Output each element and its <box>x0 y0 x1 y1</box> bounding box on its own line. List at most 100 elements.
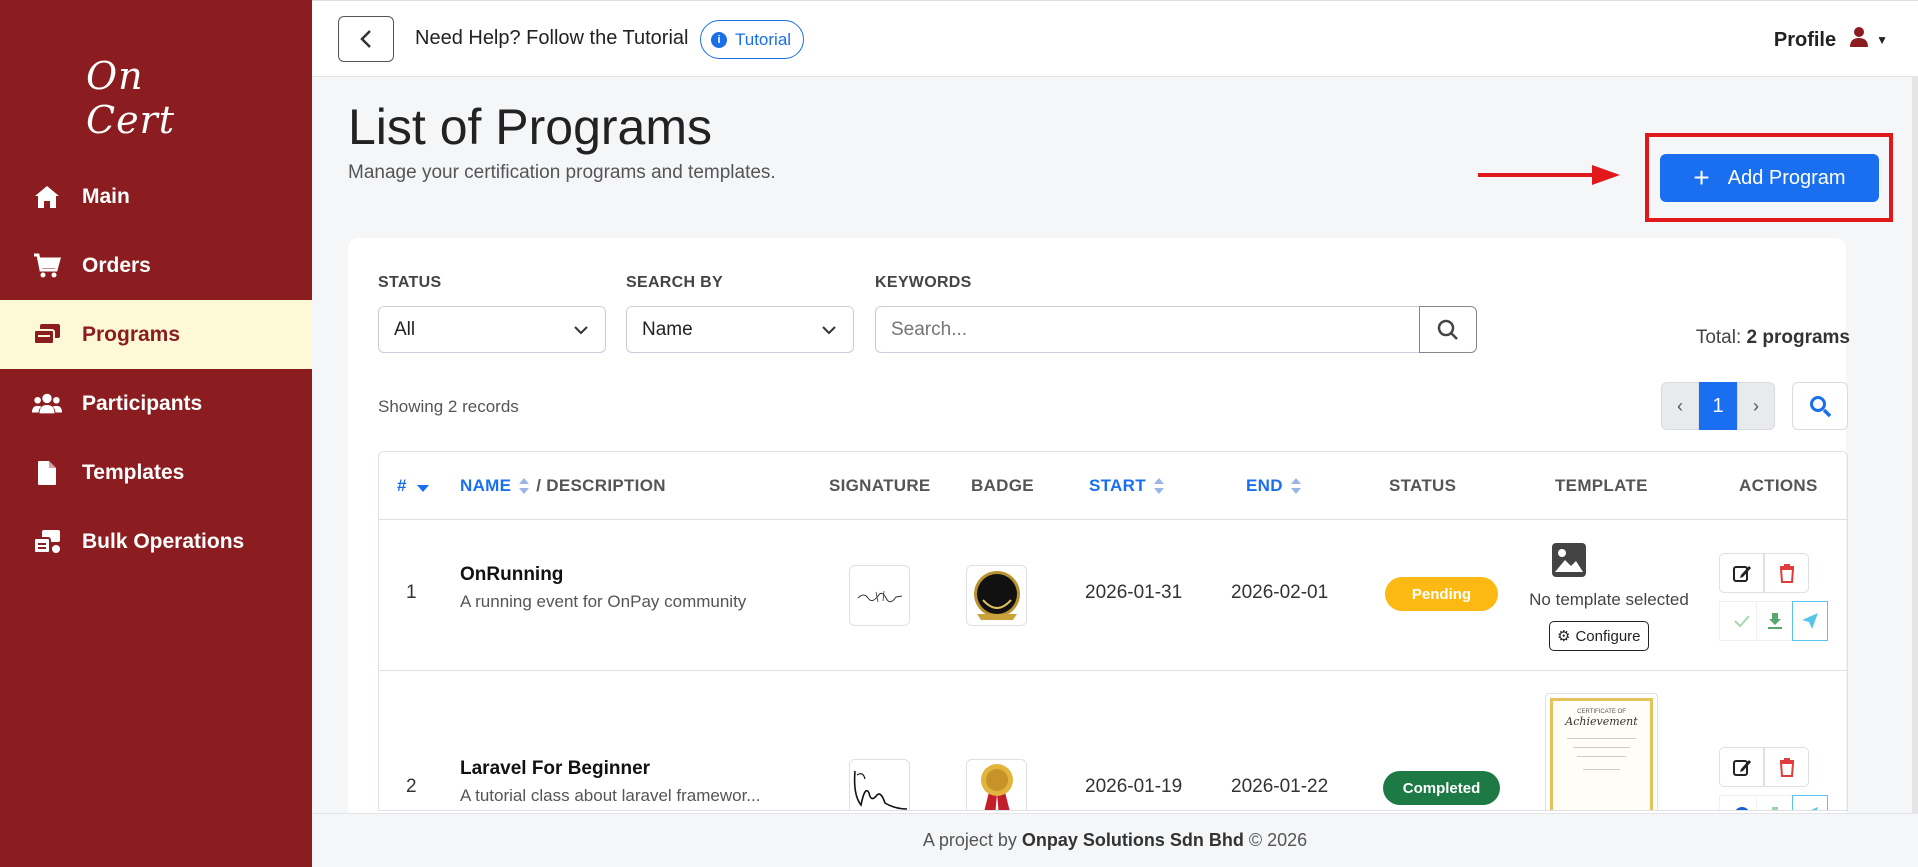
footer: A project by Onpay Solutions Sdn Bhd © 2… <box>312 813 1918 867</box>
status-filter-label: STATUS <box>378 274 442 291</box>
row-num: 2 <box>406 776 417 797</box>
header-status: STATUS <box>1389 475 1457 495</box>
chevron-left-icon <box>360 30 371 48</box>
send-button[interactable] <box>1792 795 1828 810</box>
search-icon <box>1437 319 1458 340</box>
send-icon <box>1802 613 1818 629</box>
help-text: Need Help? Follow the Tutorial <box>415 27 689 49</box>
tutorial-label: Tutorial <box>735 29 792 49</box>
keywords-filter-label: KEYWORDS <box>875 274 972 291</box>
header-actions: ACTIONS <box>1739 475 1818 495</box>
end-date: 2026-02-01 <box>1231 582 1329 603</box>
header-divider <box>379 519 1847 520</box>
configure-button[interactable]: ⚙ Configure <box>1549 621 1649 651</box>
start-date: 2026-01-19 <box>1085 776 1183 797</box>
status-badge: Pending <box>1385 577 1498 611</box>
sidebar-nav: Main Orders Programs Participants Templa… <box>0 162 312 576</box>
download-button[interactable] <box>1756 795 1794 810</box>
page-title: List of Programs <box>348 99 713 155</box>
certificate-heading: Achievement <box>1565 715 1638 728</box>
program-description: A running event for OnPay community <box>460 592 747 611</box>
header-end-label: END <box>1246 475 1283 495</box>
sidebar-item-label: Participants <box>82 391 203 415</box>
delete-button[interactable] <box>1764 747 1809 787</box>
sort-desc-icon <box>416 484 429 492</box>
zoom-in-icon <box>1810 396 1832 418</box>
status-select[interactable]: All <box>378 306 606 353</box>
badge-image <box>966 759 1027 810</box>
status-badge: Completed <box>1383 771 1500 805</box>
edit-button[interactable] <box>1719 747 1764 787</box>
searchby-select-value: Name <box>642 318 693 340</box>
sort-icon <box>1153 477 1165 495</box>
download-icon <box>1768 613 1782 629</box>
sidebar-item-participants[interactable]: Participants <box>0 369 312 438</box>
cart-icon <box>32 251 62 281</box>
header-end[interactable]: END <box>1246 452 1302 519</box>
plus-icon: + <box>1693 162 1710 193</box>
footer-prefix: A project by <box>922 830 1017 850</box>
sidebar-item-orders[interactable]: Orders <box>0 231 312 300</box>
certificate-icon <box>1735 807 1748 810</box>
check-icon <box>1733 615 1750 628</box>
back-button[interactable] <box>338 16 394 62</box>
edit-icon <box>1732 566 1751 582</box>
searchby-select[interactable]: Name <box>626 306 854 353</box>
total-prefix: Total: <box>1695 327 1742 348</box>
badge-image <box>966 565 1027 626</box>
pagination: ‹ 1 › <box>1661 382 1775 430</box>
sidebar-item-label: Bulk Operations <box>82 529 245 553</box>
image-placeholder-icon <box>1551 542 1587 583</box>
page-1-button[interactable]: 1 <box>1699 382 1737 430</box>
top-bar: Need Help? Follow the Tutorial i Tutoria… <box>312 0 1918 77</box>
sidebar-item-programs[interactable]: Programs <box>0 300 312 369</box>
start-date: 2026-01-31 <box>1085 582 1183 603</box>
template-thumbnail[interactable]: CERTIFICATE OF Achievement <box>1545 693 1658 810</box>
sidebar-item-main[interactable]: Main <box>0 162 312 231</box>
sidebar-item-label: Main <box>82 184 130 208</box>
download-icon <box>1772 807 1778 810</box>
add-program-label: Add Program <box>1727 166 1846 189</box>
add-program-button[interactable]: + Add Program <box>1660 154 1879 202</box>
programs-table: # NAME / DESCRIPTION SIGNATURE BADGE STA… <box>378 451 1848 811</box>
prev-page-button[interactable]: ‹ <box>1661 382 1699 430</box>
edit-icon <box>1732 760 1751 776</box>
page-scrollbar[interactable] <box>1912 77 1918 813</box>
header-name[interactable]: NAME / DESCRIPTION <box>460 452 666 519</box>
header-start[interactable]: START <box>1089 452 1165 519</box>
header-template: TEMPLATE <box>1555 475 1648 495</box>
program-name[interactable]: Laravel For Beginner <box>460 758 650 780</box>
download-button[interactable] <box>1756 601 1794 641</box>
sidebar-item-bulk-operations[interactable]: Bulk Operations <box>0 507 312 576</box>
zoom-search-button[interactable] <box>1792 382 1848 430</box>
header-desc-label: / DESCRIPTION <box>536 475 666 495</box>
sidebar-item-label: Programs <box>82 322 181 346</box>
file-icon <box>32 458 62 488</box>
signature-image <box>849 759 910 810</box>
app-logo[interactable]: On Cert <box>86 48 226 142</box>
header-num[interactable]: # <box>397 452 430 519</box>
annotation-arrow-icon <box>1478 165 1620 185</box>
row-divider <box>379 670 1847 671</box>
home-icon <box>32 182 62 212</box>
next-page-button[interactable]: › <box>1737 382 1775 430</box>
search-button[interactable] <box>1419 306 1477 353</box>
keywords-search-input[interactable] <box>875 306 1422 353</box>
send-button[interactable] <box>1792 601 1828 641</box>
program-name[interactable]: OnRunning <box>460 564 563 586</box>
header-num-label: # <box>397 475 407 495</box>
chevron-down-icon <box>822 326 836 335</box>
programs-icon <box>32 320 62 350</box>
bulk-icon <box>32 527 62 557</box>
status-select-value: All <box>394 318 416 340</box>
page-subtitle: Manage your certification programs and t… <box>348 162 776 183</box>
tutorial-button[interactable]: i Tutorial <box>700 20 805 59</box>
edit-button[interactable] <box>1719 553 1764 593</box>
delete-button[interactable] <box>1764 553 1809 593</box>
profile-menu[interactable]: Profile ▼ <box>1774 27 1888 53</box>
signature-image <box>849 565 910 626</box>
certificate-preview: CERTIFICATE OF Achievement <box>1550 698 1653 810</box>
gear-icon: ⚙ <box>1557 628 1571 645</box>
sidebar-item-templates[interactable]: Templates <box>0 438 312 507</box>
programs-card: STATUS All SEARCH BY Name KEYWORDS Total… <box>348 238 1850 818</box>
